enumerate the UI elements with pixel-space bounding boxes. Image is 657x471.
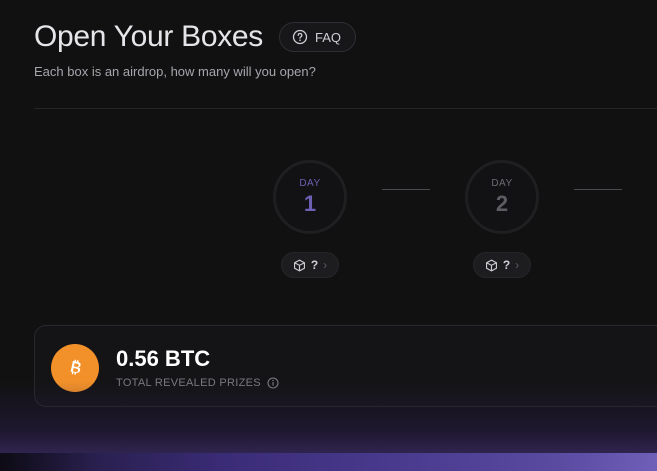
day-label: DAY	[299, 177, 321, 189]
bottom-gradient-bar	[0, 453, 657, 471]
info-icon[interactable]	[267, 377, 279, 389]
box-icon	[293, 259, 305, 271]
prize-caption: TOTAL REVEALED PRIZES	[116, 377, 261, 389]
question-circle-icon	[292, 29, 308, 45]
box-icon	[485, 259, 497, 271]
timeline-connector	[574, 189, 622, 190]
box-count: ?	[502, 258, 511, 272]
prize-caption-row: TOTAL REVEALED PRIZES	[116, 377, 279, 389]
faq-label: FAQ	[315, 29, 342, 45]
revealed-prizes-card: 0.56 BTC TOTAL REVEALED PRIZES	[34, 325, 657, 407]
day-number: 2	[495, 190, 509, 216]
day-number: 1	[303, 190, 317, 216]
day-1-boxes-button[interactable]: ? ›	[281, 252, 339, 278]
day-2-boxes-button[interactable]: ? ›	[473, 252, 531, 278]
prize-amount: 0.56 BTC	[116, 346, 211, 371]
page-title: Open Your Boxes	[34, 20, 264, 53]
faq-button[interactable]: FAQ	[279, 22, 357, 52]
page-header: Open Your Boxes FAQ Each box is an airdr…	[34, 20, 657, 79]
chevron-right-icon: ›	[515, 258, 520, 272]
timeline-connector	[382, 189, 430, 190]
box-count: ?	[310, 258, 319, 272]
day-1-circle[interactable]: DAY 1	[273, 160, 347, 234]
day-label: DAY	[491, 177, 513, 189]
title-row: Open Your Boxes FAQ	[34, 20, 657, 54]
page-subtitle: Each box is an airdrop, how many will yo…	[34, 64, 316, 79]
header-divider	[34, 108, 657, 109]
bitcoin-icon	[51, 344, 99, 392]
chevron-right-icon: ›	[323, 258, 328, 272]
day-2-circle[interactable]: DAY 2	[465, 160, 539, 234]
